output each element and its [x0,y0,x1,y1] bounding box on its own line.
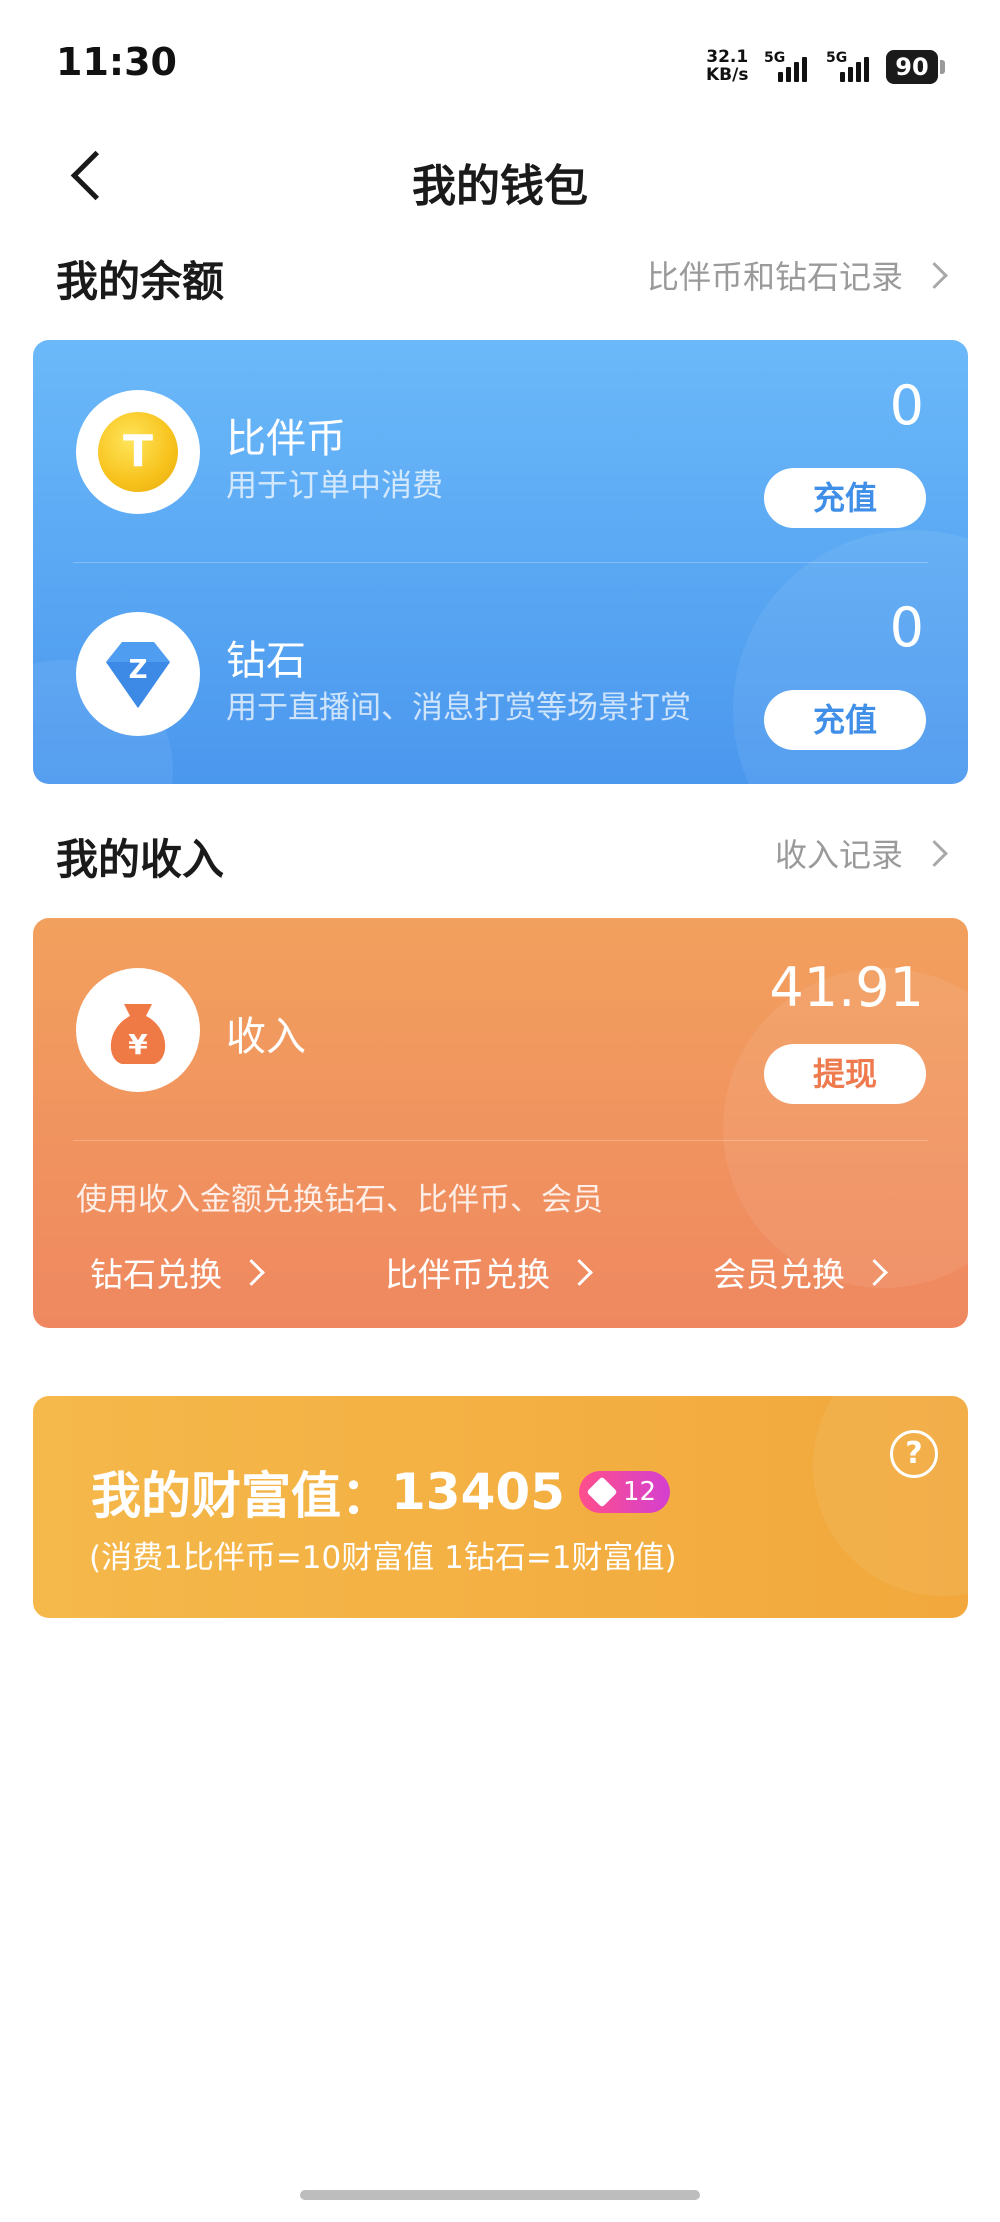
battery-icon: 90 [886,50,938,84]
svg-text:¥: ¥ [128,1028,148,1061]
wealth-label: 我的财富值： [91,1467,391,1525]
svg-text:Z: Z [129,655,148,685]
vip-exchange-label: 会员兑换 [713,1255,845,1294]
card-watermark [813,1396,968,1596]
network-speed-unit: KB/s [706,65,749,85]
wealth-value: 13405 [391,1463,565,1521]
chevron-right-icon [861,1258,888,1286]
chevron-right-icon [566,1258,593,1286]
home-indicator[interactable] [300,2190,700,2200]
records-link-label: 收入记录 [774,836,903,874]
diamond-amount: 0 [889,596,924,659]
vip-exchange-link[interactable]: 会员兑换 [713,1248,888,1296]
diamond-icon-circle: Z [76,612,200,736]
chevron-right-icon [921,839,948,867]
income-amount: 41.91 [769,956,924,1019]
help-icon[interactable]: ? [890,1430,938,1478]
money-bag-icon-circle: ¥ [76,968,200,1092]
divider [73,562,928,563]
network-speed-value: 32.1 [706,47,749,67]
coin-exchange-label: 比伴币兑换 [385,1255,550,1294]
chevron-right-icon [921,261,948,289]
page-title: 我的钱包 [412,161,588,212]
status-time: 11:30 [56,40,177,84]
wealth-level-badge: 12 [578,1471,671,1513]
money-bag-icon: ¥ [110,1004,166,1064]
coin-amount: 0 [889,374,924,437]
coin-diamond-records-link[interactable]: 比伴币和钻石记录 [646,252,948,298]
coin-icon: T [98,412,178,492]
coin-subtitle: 用于订单中消费 [226,468,443,504]
battery-cap [940,60,945,74]
gem-icon [586,1476,618,1508]
income-card: ¥ 收入 41.91 提现 使用收入金额兑换钻石、比伴币、会员 钻石兑换 比伴币… [33,918,968,1328]
divider [73,1140,928,1141]
chevron-right-icon [238,1258,265,1286]
network-speed: 32.1 KB/s [706,48,748,84]
coin-exchange-link[interactable]: 比伴币兑换 [385,1248,593,1296]
coin-title: 比伴币 [226,416,346,462]
coin-icon-circle: T [76,390,200,514]
records-link-label: 比伴币和钻石记录 [646,258,903,296]
income-exchange-note: 使用收入金额兑换钻石、比伴币、会员 [76,1182,603,1218]
coin-recharge-button[interactable]: 充值 [764,468,926,528]
signal-5g-icon-2: 5G [826,50,882,86]
signal-5g-icon-1: 5G [764,50,820,86]
diamond-exchange-link[interactable]: 钻石兑换 [90,1248,265,1296]
balance-card: T 比伴币 用于订单中消费 0 充值 Z 钻石 用于直播间、消息打赏等场景打赏 … [33,340,968,784]
withdraw-button[interactable]: 提现 [764,1044,926,1104]
diamond-exchange-label: 钻石兑换 [90,1255,222,1294]
diamond-recharge-button[interactable]: 充值 [764,690,926,750]
income-title: 收入 [226,1014,306,1060]
diamond-title: 钻石 [226,638,306,684]
income-section-title: 我的收入 [56,835,225,884]
diamond-subtitle: 用于直播间、消息打赏等场景打赏 [226,690,691,726]
wealth-card: 我的财富值： 13405 12 (消费1比伴币=10财富值 1钻石=1财富值) … [33,1396,968,1618]
balance-section-title: 我的余额 [56,257,225,306]
diamond-icon: Z [106,642,170,708]
wealth-title: 我的财富值： 13405 12 [91,1456,671,1528]
wealth-rule: (消费1比伴币=10财富值 1钻石=1财富值) [89,1540,677,1576]
wealth-level: 12 [622,1477,657,1507]
income-records-link[interactable]: 收入记录 [774,830,948,876]
